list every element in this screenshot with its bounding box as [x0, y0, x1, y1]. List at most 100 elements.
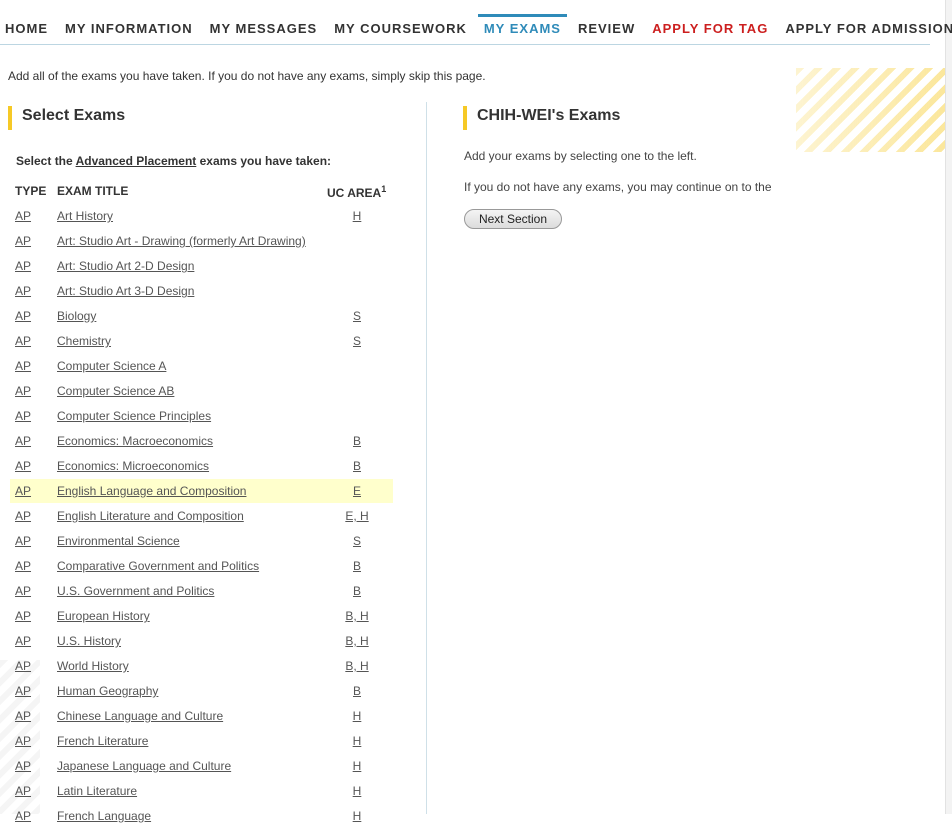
exam-row[interactable]: AP Art: Studio Art 2-D Design: [10, 254, 393, 278]
exam-uc-area-link[interactable]: E, H: [327, 509, 387, 523]
exam-title-link[interactable]: Art History: [57, 209, 113, 223]
exam-title-link[interactable]: English Literature and Composition: [57, 509, 244, 523]
exam-title-link[interactable]: Chemistry: [57, 334, 111, 348]
exam-title-link[interactable]: English Language and Composition: [57, 484, 246, 498]
exam-title-link[interactable]: Environmental Science: [57, 534, 180, 548]
exam-title-link[interactable]: Economics: Microeconomics: [57, 459, 209, 473]
exam-uc-area-link[interactable]: H: [327, 209, 387, 223]
exam-title-link[interactable]: French Literature: [57, 734, 148, 748]
exam-row[interactable]: AP World History B, H: [10, 654, 393, 678]
exam-uc-area-link[interactable]: E: [327, 484, 387, 498]
exam-type-link[interactable]: AP: [15, 484, 31, 498]
exam-title-link[interactable]: World History: [57, 659, 129, 673]
exam-type-link[interactable]: AP: [15, 434, 31, 448]
exam-row[interactable]: AP Computer Science A: [10, 354, 393, 378]
exam-title-link[interactable]: Art: Studio Art 3-D Design: [57, 284, 194, 298]
exam-uc-area-link[interactable]: B: [327, 584, 387, 598]
nav-my-information[interactable]: MY INFORMATION: [59, 14, 199, 43]
exam-title-link[interactable]: Chinese Language and Culture: [57, 709, 223, 723]
exam-title-link[interactable]: Human Geography: [57, 684, 158, 698]
exam-row[interactable]: AP English Language and Composition E: [10, 479, 393, 503]
nav-my-messages[interactable]: MY MESSAGES: [204, 14, 324, 43]
exam-row[interactable]: AP Art: Studio Art - Drawing (formerly Ar…: [10, 229, 393, 253]
exam-type-link[interactable]: AP: [15, 759, 31, 773]
exam-row[interactable]: AP Economics: Macroeconomics B: [10, 429, 393, 453]
exam-uc-area-link[interactable]: H: [327, 759, 387, 773]
exam-row[interactable]: AP Computer Science AB: [10, 379, 393, 403]
exam-type-link[interactable]: AP: [15, 584, 31, 598]
exam-uc-area-link[interactable]: B: [327, 459, 387, 473]
exam-row[interactable]: AP Economics: Microeconomics B: [10, 454, 393, 478]
exam-title-link[interactable]: Computer Science A: [57, 359, 166, 373]
exam-title-link[interactable]: U.S. History: [57, 634, 121, 648]
exam-type-link[interactable]: AP: [15, 459, 31, 473]
exam-type-link[interactable]: AP: [15, 309, 31, 323]
nav-my-exams[interactable]: MY EXAMS: [477, 14, 567, 43]
nav-apply-for-tag[interactable]: APPLY FOR TAG: [646, 14, 774, 43]
exam-row[interactable]: AP Computer Science Principles: [10, 404, 393, 428]
exam-type-link[interactable]: AP: [15, 534, 31, 548]
exam-row[interactable]: AP French Literature H: [10, 729, 393, 753]
exam-row[interactable]: AP Latin Literature H: [10, 779, 393, 803]
nav-review[interactable]: REVIEW: [572, 14, 641, 43]
exam-uc-area-link[interactable]: B: [327, 684, 387, 698]
exam-row[interactable]: AP Japanese Language and Culture H: [10, 754, 393, 778]
exam-type-link[interactable]: AP: [15, 284, 31, 298]
exam-uc-area-link[interactable]: B: [327, 434, 387, 448]
exam-type-link[interactable]: AP: [15, 209, 31, 223]
exam-title-link[interactable]: French Language: [57, 809, 151, 823]
nav-my-coursework[interactable]: MY COURSEWORK: [328, 14, 473, 43]
exam-type-link[interactable]: AP: [15, 259, 31, 273]
exam-uc-area-link[interactable]: B, H: [327, 634, 387, 648]
exam-title-link[interactable]: Computer Science AB: [57, 384, 174, 398]
exam-type-link[interactable]: AP: [15, 709, 31, 723]
exam-row[interactable]: AP European History B, H: [10, 604, 393, 628]
exam-uc-area-link[interactable]: S: [327, 534, 387, 548]
exam-title-link[interactable]: Art: Studio Art 2-D Design: [57, 259, 194, 273]
exam-row[interactable]: AP Comparative Government and Politics B: [10, 554, 393, 578]
exam-type-link[interactable]: AP: [15, 659, 31, 673]
exam-type-link[interactable]: AP: [15, 384, 31, 398]
exam-uc-area-link[interactable]: B: [327, 559, 387, 573]
exam-row[interactable]: AP Art: Studio Art 3-D Design: [10, 279, 393, 303]
exam-row[interactable]: AP Human Geography B: [10, 679, 393, 703]
exam-uc-area-link[interactable]: B, H: [327, 609, 387, 623]
exam-type-link[interactable]: AP: [15, 509, 31, 523]
exam-row[interactable]: AP Art History H: [10, 204, 393, 228]
exam-row[interactable]: AP U.S. Government and Politics B: [10, 579, 393, 603]
exam-uc-area-link[interactable]: H: [327, 734, 387, 748]
exam-title-link[interactable]: Comparative Government and Politics: [57, 559, 259, 573]
exam-row[interactable]: AP English Literature and Composition E, H: [10, 504, 393, 528]
exam-row[interactable]: AP Biology S: [10, 304, 393, 328]
exam-row[interactable]: AP U.S. History B, H: [10, 629, 393, 653]
exam-title-link[interactable]: Art: Studio Art - Drawing (formerly Art …: [57, 234, 306, 248]
exam-title-link[interactable]: European History: [57, 609, 150, 623]
exam-type-link[interactable]: AP: [15, 359, 31, 373]
exam-uc-area-link[interactable]: B, H: [327, 659, 387, 673]
exam-type-link[interactable]: AP: [15, 409, 31, 423]
nav-apply-for-admission[interactable]: APPLY FOR ADMISSION: [779, 14, 952, 43]
exam-type-link[interactable]: AP: [15, 634, 31, 648]
exam-type-link[interactable]: AP: [15, 609, 31, 623]
exam-type-link[interactable]: AP: [15, 334, 31, 348]
exam-row[interactable]: AP Chinese Language and Culture H: [10, 704, 393, 728]
advanced-placement-link[interactable]: Advanced Placement: [76, 154, 197, 168]
exam-type-link[interactable]: AP: [15, 234, 31, 248]
nav-home[interactable]: HOME: [0, 14, 54, 43]
exam-uc-area-link[interactable]: H: [327, 809, 387, 823]
exam-row[interactable]: AP Chemistry S: [10, 329, 393, 353]
exam-type-link[interactable]: AP: [15, 784, 31, 798]
exam-type-link[interactable]: AP: [15, 559, 31, 573]
exam-title-link[interactable]: Japanese Language and Culture: [57, 759, 231, 773]
exam-uc-area-link[interactable]: S: [327, 334, 387, 348]
exam-title-link[interactable]: U.S. Government and Politics: [57, 584, 214, 598]
page-scrollbar[interactable]: [945, 0, 952, 814]
exam-uc-area-link[interactable]: H: [327, 784, 387, 798]
exam-type-link[interactable]: AP: [15, 809, 31, 823]
uc-area-footnote[interactable]: 1: [381, 184, 386, 194]
exam-title-link[interactable]: Economics: Macroeconomics: [57, 434, 213, 448]
exam-row[interactable]: AP Environmental Science S: [10, 529, 393, 553]
exam-type-link[interactable]: AP: [15, 684, 31, 698]
exam-type-link[interactable]: AP: [15, 734, 31, 748]
exam-title-link[interactable]: Latin Literature: [57, 784, 137, 798]
